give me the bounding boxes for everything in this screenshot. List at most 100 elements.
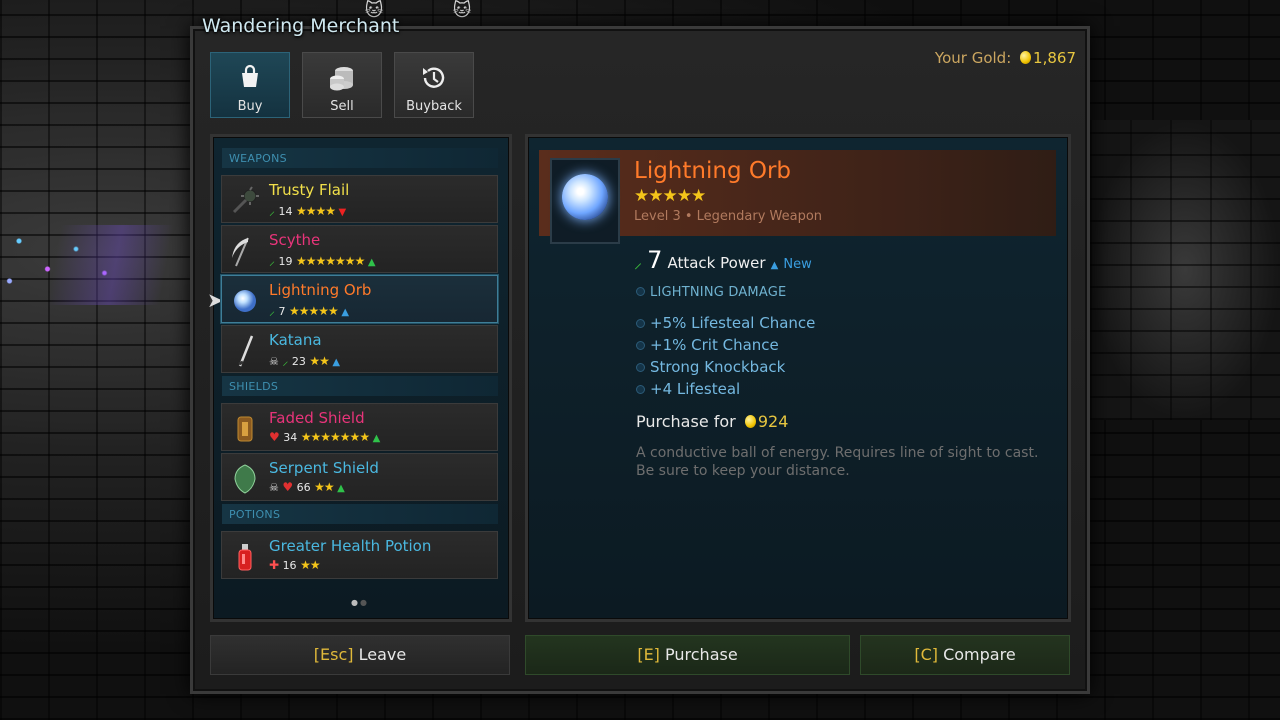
item-name: Katana xyxy=(269,331,322,349)
item-stars: ★★ xyxy=(314,480,334,494)
flail-icon xyxy=(232,186,259,214)
sword-icon: ⸝ xyxy=(634,253,643,272)
new-badge: New xyxy=(783,257,812,272)
trend-up-icon: ▲ xyxy=(337,483,345,494)
katana-icon xyxy=(238,335,254,367)
potion-icon xyxy=(238,544,252,571)
list-item-greater-health-potion[interactable]: Greater Health Potion ✚ 16 ★★ xyxy=(221,531,498,579)
shield-icon xyxy=(234,464,256,494)
shield-icon xyxy=(237,416,253,442)
item-stars: ★★★★★★★ xyxy=(296,254,365,268)
gold-display: Your Gold: 1,867 xyxy=(935,49,1076,67)
item-name: Trusty Flail xyxy=(269,181,350,199)
coin-icon xyxy=(744,415,756,428)
sword-icon: ⸝ xyxy=(269,254,276,268)
bonus-label: +1% Crit Chance xyxy=(650,336,779,354)
item-stats: ⸝ 14 ★★★★ ▼ xyxy=(269,202,346,219)
trend-up-icon: ▲ xyxy=(367,257,376,268)
bullet-icon xyxy=(636,385,645,394)
key-hint: [E] xyxy=(637,645,660,664)
item-stats: ☠ ♥ 66 ★★ ▲ xyxy=(269,480,345,494)
bonus-label: +4 Lifesteal xyxy=(650,380,741,398)
compare-button[interactable]: [C] Compare xyxy=(860,635,1070,675)
item-name: Faded Shield xyxy=(269,409,365,427)
item-stat-value: 7 xyxy=(278,305,286,318)
trend-down-icon: ▼ xyxy=(338,207,347,218)
list-item-scythe[interactable]: Scythe ⸝ 19 ★★★★★★★ ▲ xyxy=(221,225,498,273)
bullet-icon xyxy=(636,363,645,372)
list-item-katana[interactable]: Katana ☠ ⸝ 23 ★★ ▲ xyxy=(221,325,498,373)
button-label: Compare xyxy=(943,645,1016,664)
tab-label: Sell xyxy=(330,99,354,114)
bullet-icon xyxy=(636,287,645,296)
item-stat-value: 19 xyxy=(278,255,293,268)
section-weapons: WEAPONS xyxy=(222,148,498,168)
heart-icon: ♥ xyxy=(282,480,294,494)
tab-label: Buyback xyxy=(406,99,462,114)
section-potions: POTIONS xyxy=(222,504,498,524)
health-cross-icon: ✚ xyxy=(269,558,280,572)
item-stat-value: 16 xyxy=(282,559,297,572)
skull-icon: ☠ xyxy=(269,355,279,368)
item-stats: ☠ ⸝ 23 ★★ ▲ xyxy=(269,352,340,369)
bonus-stat: +4 Lifesteal xyxy=(636,380,740,398)
attack-label: Attack Power xyxy=(667,254,766,272)
bullet-icon xyxy=(636,341,645,350)
item-name: Scythe xyxy=(269,231,321,249)
skull-icon: ☠ xyxy=(269,481,279,494)
item-name: Greater Health Potion xyxy=(269,537,432,555)
purchase-label: Purchase for xyxy=(636,412,736,431)
page-indicator[interactable]: ●● xyxy=(351,598,369,607)
window-title: Wandering Merchant xyxy=(202,15,400,37)
purchase-button[interactable]: [E] Purchase xyxy=(525,635,850,675)
bonus-stat: +1% Crit Chance xyxy=(636,336,779,354)
trend-up-icon: ▲ xyxy=(332,357,341,368)
history-icon xyxy=(418,63,450,93)
damage-type: LIGHTNING DAMAGE xyxy=(636,285,786,300)
detail-item-name: Lightning Orb xyxy=(634,158,792,184)
scythe-icon xyxy=(232,237,249,267)
item-stars: ★★★★★★★ xyxy=(300,430,370,444)
detail-item-subtitle: Level 3 • Legendary Weapon xyxy=(634,209,823,224)
sword-icon: ⸝ xyxy=(269,304,276,318)
detail-item-stars: ★★★★★ xyxy=(634,186,706,206)
item-stat-value: 14 xyxy=(278,205,293,218)
tab-buy[interactable]: Buy xyxy=(210,52,290,118)
price-value: 924 xyxy=(757,412,789,431)
bonus-stat: +5% Lifesteal Chance xyxy=(636,314,815,332)
trend-up-icon: ▲ xyxy=(770,260,779,271)
detail-item-frame xyxy=(550,158,620,244)
cat-sprite-icon: 🐱 xyxy=(452,0,472,21)
gold-value: 1,867 xyxy=(1033,49,1076,67)
item-stars: ★★ xyxy=(300,558,320,572)
shopping-bag-icon xyxy=(234,63,266,93)
trend-up-icon: ▲ xyxy=(372,433,381,444)
bonus-label: +5% Lifesteal Chance xyxy=(650,314,816,332)
lightning-orb-icon xyxy=(234,290,256,312)
item-name: Serpent Shield xyxy=(269,459,379,477)
attack-power-row: ⸝ 7 Attack Power ▲ New xyxy=(634,246,812,274)
list-item-faded-shield[interactable]: Faded Shield ♥ 34 ★★★★★★★ ▲ xyxy=(221,403,498,451)
section-shields: SHIELDS xyxy=(222,376,498,396)
item-description: A conductive ball of energy. Requires li… xyxy=(636,445,1039,479)
list-item-serpent-shield[interactable]: Serpent Shield ☠ ♥ 66 ★★ ▲ xyxy=(221,453,498,501)
item-stats: ✚ 16 ★★ xyxy=(269,558,321,572)
item-stars: ★★ xyxy=(309,354,329,368)
tab-buyback[interactable]: Buyback xyxy=(394,52,474,118)
lightning-orb-icon xyxy=(562,174,608,220)
bullet-icon xyxy=(636,319,645,328)
leave-button[interactable]: [Esc] Leave xyxy=(210,635,510,675)
coin-stack-icon xyxy=(326,63,358,93)
heart-icon: ♥ xyxy=(269,430,280,444)
list-item-lightning-orb[interactable]: Lightning Orb ⸝ 7 ★★★★★ ▲ xyxy=(221,275,498,323)
sword-icon: ⸝ xyxy=(282,354,289,368)
key-hint: [C] xyxy=(914,645,938,664)
item-stats: ♥ 34 ★★★★★★★ ▲ xyxy=(269,430,380,444)
item-stars: ★★★★ xyxy=(296,204,336,218)
tab-label: Buy xyxy=(237,99,263,114)
damage-type-label: LIGHTNING DAMAGE xyxy=(650,285,787,300)
gold-label: Your Gold: xyxy=(934,49,1012,67)
tab-sell[interactable]: Sell xyxy=(302,52,382,118)
dungeon-wall-right xyxy=(1090,120,1280,420)
list-item-trusty-flail[interactable]: Trusty Flail ⸝ 14 ★★★★ ▼ xyxy=(221,175,498,223)
